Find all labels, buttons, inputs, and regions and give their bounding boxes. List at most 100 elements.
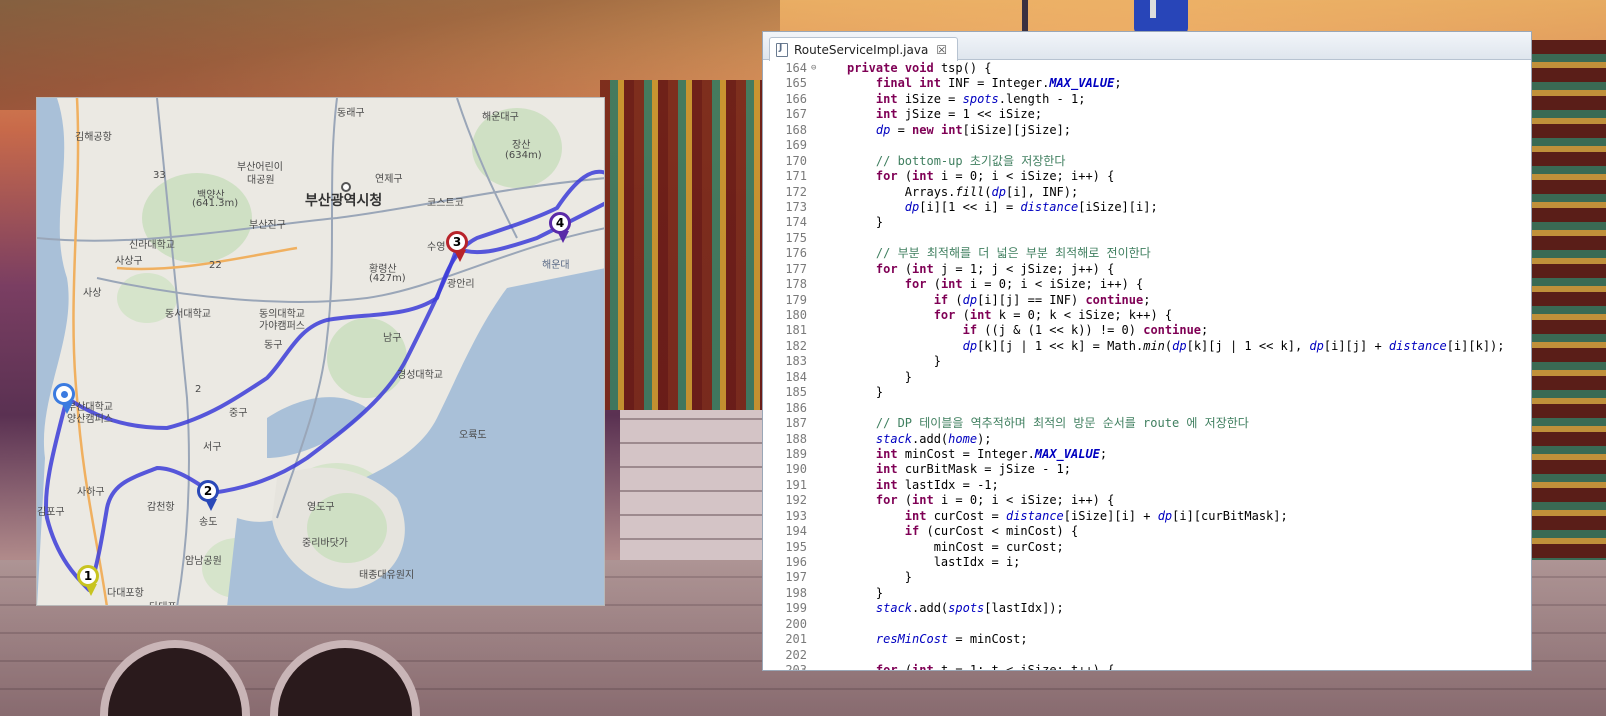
fold-gutter [811, 154, 823, 169]
code-line[interactable]: 183 } [763, 354, 1531, 369]
fold-gutter [811, 123, 823, 138]
fold-gutter [811, 215, 823, 230]
line-number: 202 [785, 647, 807, 662]
fold-gutter [811, 663, 823, 670]
route-marker-2[interactable]: 2 [197, 480, 219, 511]
code-line[interactable]: 190 int curBitMask = jSize - 1; [763, 462, 1531, 477]
label-dadaepo: 다대포 [149, 598, 177, 605]
fold-gutter [811, 524, 823, 539]
code-line[interactable]: 173 dp[i][1 << i] = distance[iSize][i]; [763, 200, 1531, 215]
fold-gutter [811, 138, 823, 153]
fold-gutter [811, 478, 823, 493]
code-line[interactable]: 182 dp[k][j | 1 << k] = Math.min(dp[k][j… [763, 339, 1531, 354]
code-text: // bottom-up 초기값을 저장한다 [875, 153, 1066, 168]
code-line[interactable]: 170 // bottom-up 초기값을 저장한다 [763, 154, 1531, 169]
line-number: 195 [785, 539, 807, 554]
code-line[interactable]: 199 stack.add(spots[lastIdx]); [763, 601, 1531, 616]
code-line[interactable]: 175 [763, 231, 1531, 246]
label-baekyangsan-height: (641.3m) [192, 198, 239, 209]
code-line[interactable]: 193 int curCost = distance[iSize][i] + d… [763, 509, 1531, 524]
map-window[interactable]: 동래구 해운대구 장산 (634m) 김해공항 부산어린이 대공원 연제구 백양산 (641.3m… [36, 97, 605, 606]
fold-gutter [811, 586, 823, 601]
code-line[interactable]: 164 ⊖ private void tsp() { [763, 61, 1531, 76]
line-number: 181 [785, 323, 807, 338]
code-line[interactable]: 165 final int INF = Integer.MAX_VALUE; [763, 76, 1531, 91]
code-area[interactable]: 164 ⊖ private void tsp() {165 final int IN… [763, 61, 1531, 670]
code-line[interactable]: 176 // 부분 최적해를 더 넓은 부분 최적해로 전이한다 [763, 246, 1531, 261]
code-line[interactable]: 167 int jSize = 1 << iSize; [763, 107, 1531, 122]
code-line[interactable]: 187 // DP 테이블을 역추적하며 최적의 방문 순서를 route 에 … [763, 416, 1531, 431]
code-line[interactable]: 169 [763, 138, 1531, 153]
code-text: } [847, 354, 941, 369]
label-dong-gu: 동구 [264, 340, 283, 351]
home-marker[interactable] [53, 383, 75, 414]
code-line[interactable]: 184 } [763, 370, 1531, 385]
line-number: 177 [785, 261, 807, 276]
code-line[interactable]: 195 minCost = curCost; [763, 540, 1531, 555]
code-line[interactable]: 200 [763, 617, 1531, 632]
code-text: if (dp[i][j] == INF) continue; [933, 292, 1151, 307]
code-line[interactable]: 192 for (int i = 0; i < iSize; i++) { [763, 493, 1531, 508]
label-sasang: 사상 [83, 288, 102, 299]
code-line[interactable]: 178 for (int i = 0; i < iSize; i++) { [763, 277, 1531, 292]
wallpaper-gate-right [1532, 40, 1606, 640]
fold-gutter [811, 648, 823, 663]
fold-gutter [811, 540, 823, 555]
code-line[interactable]: 181 if ((j & (1 << k)) != 0) continue; [763, 323, 1531, 338]
line-number: 200 [785, 616, 807, 631]
code-text: } [847, 385, 884, 400]
code-line[interactable]: 166 int iSize = spots.length - 1; [763, 92, 1531, 107]
label-jungni-beach: 중리바닷가 [302, 538, 348, 549]
line-number: 184 [785, 369, 807, 384]
line-number: 183 [785, 354, 807, 369]
code-line[interactable]: 168 dp = new int[iSize][jSize]; [763, 123, 1531, 138]
label-gaya-campus: 가야캠퍼스 [259, 321, 305, 332]
code-text: if ((j & (1 << k)) != 0) continue; [962, 323, 1209, 338]
code-line[interactable]: 179 if (dp[i][j] == INF) continue; [763, 293, 1531, 308]
close-icon[interactable]: ☒ [936, 43, 947, 57]
code-line[interactable]: 172 Arrays.fill(dp[i], INF); [763, 185, 1531, 200]
code-line[interactable]: 189 int minCost = Integer.MAX_VALUE; [763, 447, 1531, 462]
code-line[interactable]: 188 stack.add(home); [763, 432, 1531, 447]
code-line[interactable]: 203 for (int t = 1; t < iSize; t++) { [763, 663, 1531, 670]
line-number: 197 [785, 570, 807, 585]
code-line[interactable]: 194 if (curCost < minCost) { [763, 524, 1531, 539]
code-line[interactable]: 180 for (int k = 0; k < iSize; k++) { [763, 308, 1531, 323]
fold-gutter [811, 416, 823, 431]
fold-icon[interactable]: ⊖ [811, 61, 823, 76]
label-amnam-park: 암남공원 [185, 556, 222, 567]
label-yeonje: 연제구 [375, 174, 403, 185]
code-editor-window[interactable]: RouteServiceImpl.java ☒ 164 ⊖ private void… [762, 31, 1532, 671]
route-marker-4[interactable]: 4 [549, 212, 571, 243]
label-haeundae: 해운대 [542, 260, 570, 271]
code-text: private void tsp() { [847, 61, 992, 75]
code-line[interactable]: 201 resMinCost = minCost; [763, 632, 1531, 647]
fold-gutter [811, 107, 823, 122]
tab-route-service-impl[interactable]: RouteServiceImpl.java ☒ [769, 37, 959, 61]
code-line[interactable]: 174 } [763, 215, 1531, 230]
code-line[interactable]: 198 } [763, 586, 1531, 601]
code-text: for (int j = 1; j < jSize; j++) { [875, 261, 1115, 276]
map-canvas[interactable] [37, 98, 605, 606]
fold-gutter [811, 76, 823, 91]
code-line[interactable]: 196 lastIdx = i; [763, 555, 1531, 570]
fold-gutter [811, 231, 823, 246]
code-text: dp[i][1 << i] = distance[iSize][i]; [904, 199, 1158, 214]
label-gamcheon-port: 감천항 [147, 502, 175, 513]
line-number: 166 [785, 91, 807, 106]
code-line[interactable]: 197 } [763, 570, 1531, 585]
code-line[interactable]: 191 int lastIdx = -1; [763, 478, 1531, 493]
line-number: 164 [785, 61, 807, 75]
route-marker-3[interactable]: 3 [446, 231, 468, 262]
code-line[interactable]: 185 } [763, 385, 1531, 400]
code-line[interactable]: 171 for (int i = 0; i < iSize; i++) { [763, 169, 1531, 184]
label-childrens-park-2: 대공원 [247, 175, 275, 186]
code-line[interactable]: 177 for (int j = 1; j < jSize; j++) { [763, 262, 1531, 277]
code-line[interactable]: 202 [763, 648, 1531, 663]
code-text: int iSize = spots.length - 1; [875, 91, 1086, 106]
route-marker-1[interactable]: 1 [77, 565, 99, 596]
code-line[interactable]: 186 [763, 401, 1531, 416]
code-text: for (int i = 0; i < iSize; i++) { [875, 493, 1115, 508]
